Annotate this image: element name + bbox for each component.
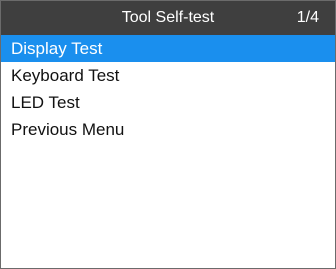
title-bar: Tool Self-test 1/4 [1,1,335,35]
menu-item-led-test[interactable]: LED Test [1,89,335,116]
page-indicator: 1/4 [296,9,319,26]
device-screen: Tool Self-test 1/4 Display Test Keyboard… [0,0,336,269]
menu-item-previous-menu[interactable]: Previous Menu [1,116,335,143]
screen-title: Tool Self-test [121,9,215,26]
self-test-menu: Display Test Keyboard Test LED Test Prev… [1,35,335,143]
menu-item-display-test[interactable]: Display Test [1,35,335,62]
menu-item-keyboard-test[interactable]: Keyboard Test [1,62,335,89]
